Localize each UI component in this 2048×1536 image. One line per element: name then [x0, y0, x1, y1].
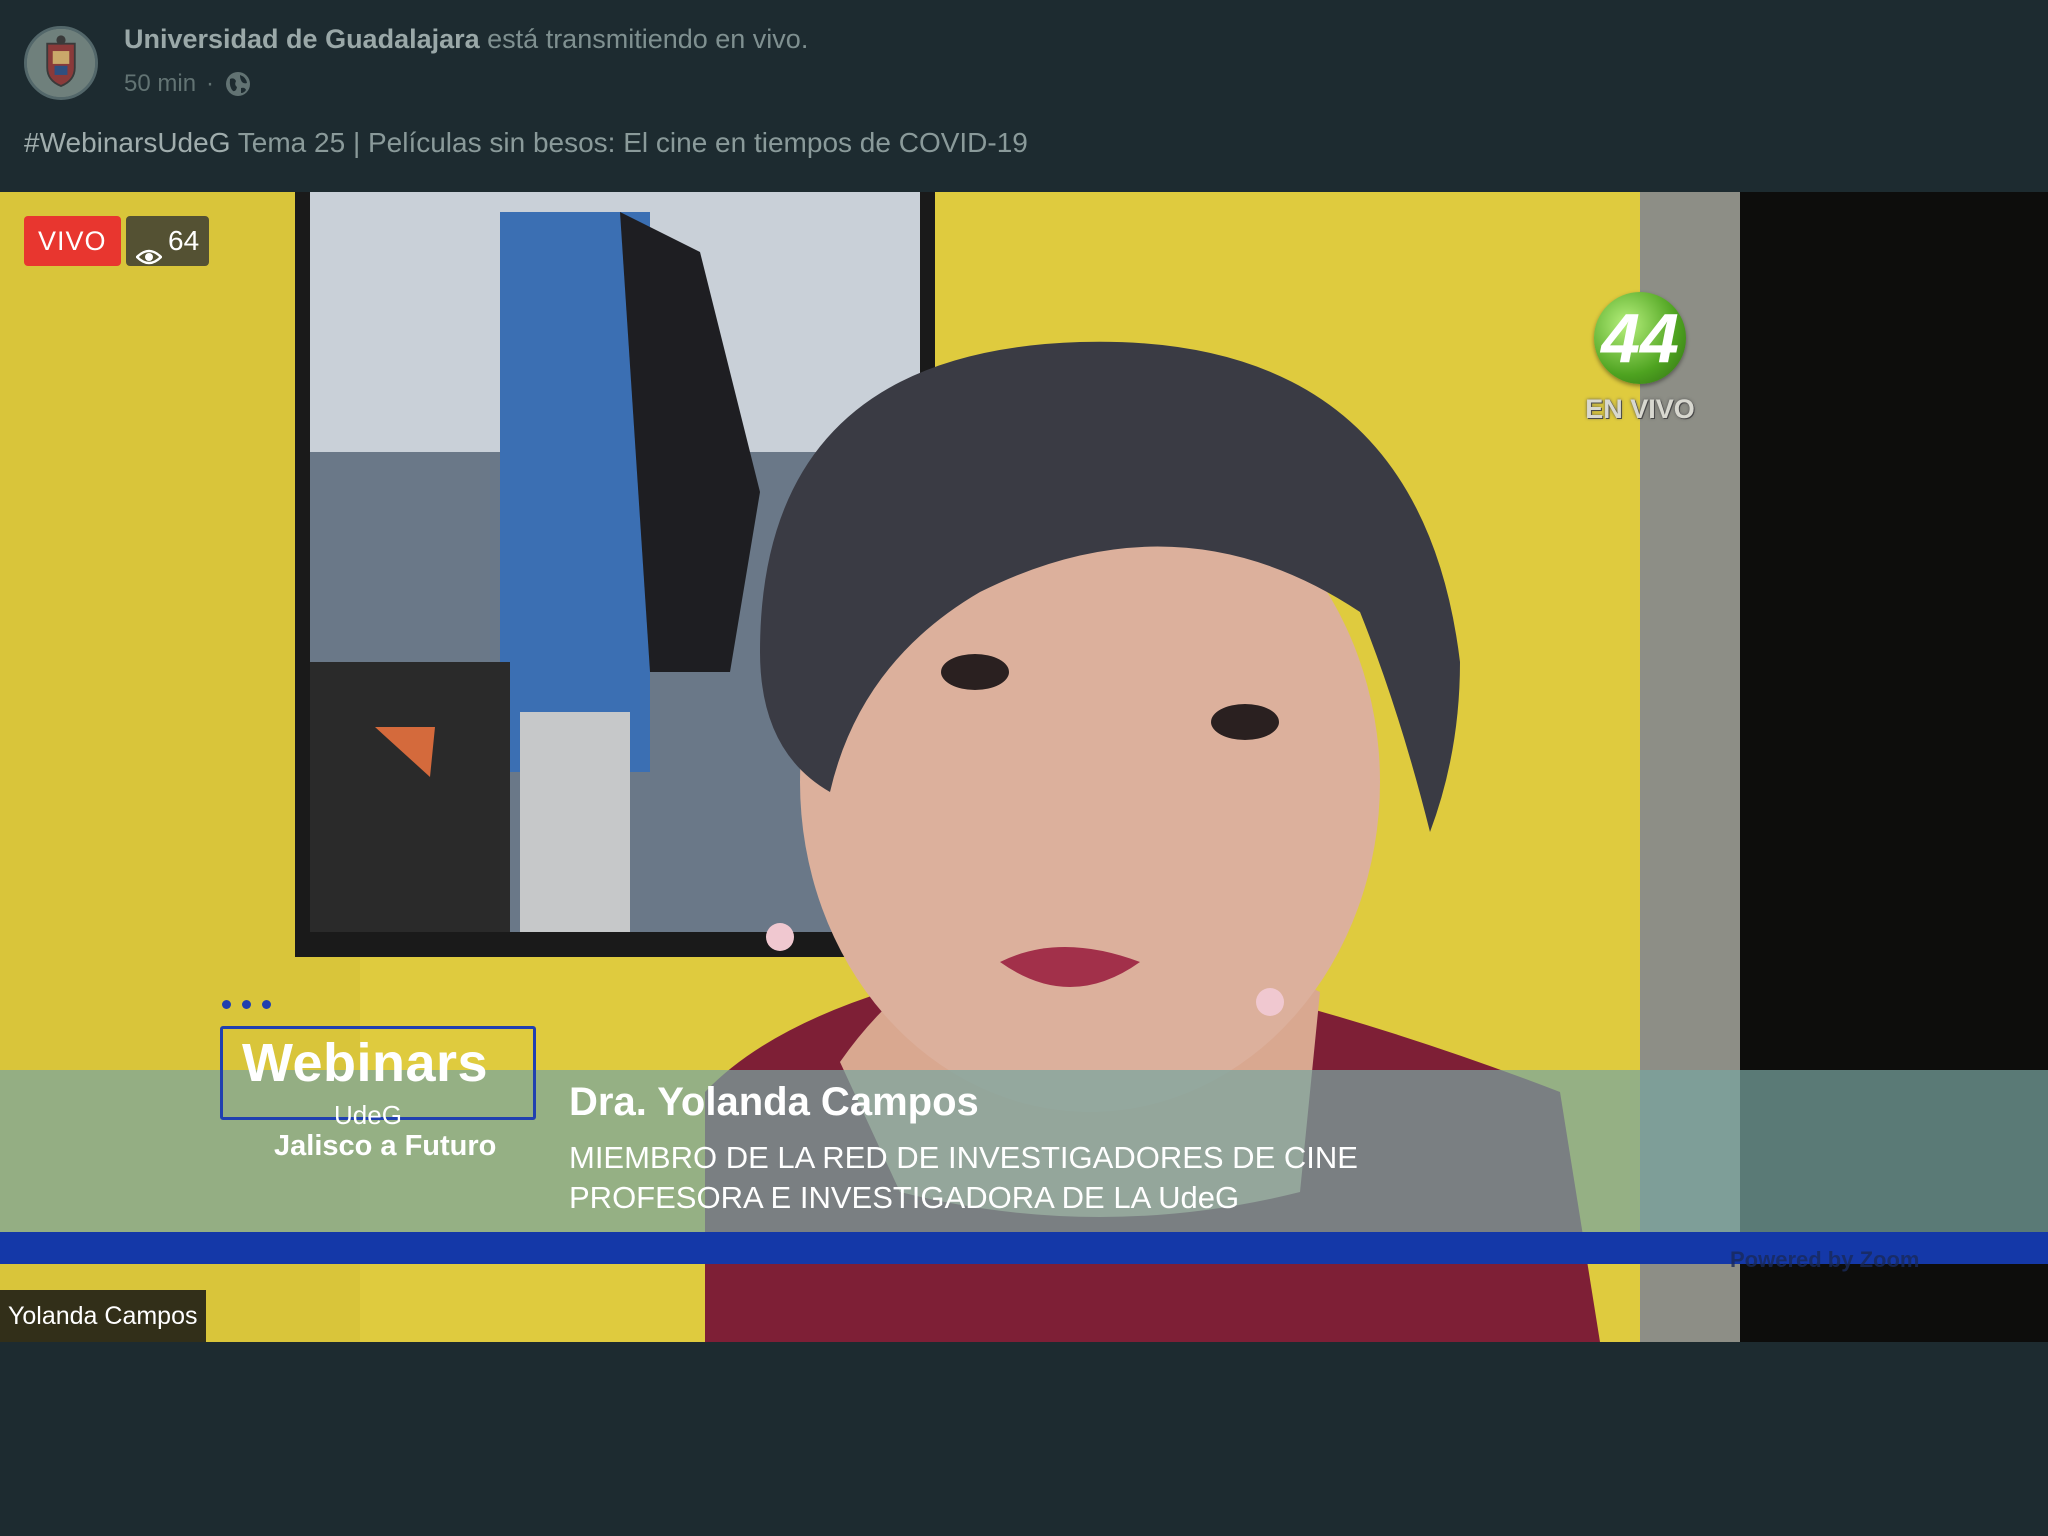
powered-by-zoom: Powered by Zoom — [1730, 1247, 1920, 1272]
page-name-link[interactable]: Universidad de Guadalajara — [124, 24, 480, 54]
participant-name-tag: Yolanda Campos — [0, 1290, 206, 1342]
speaker-role-2: PROFESORA E INVESTIGADORA DE LA UdeG — [569, 1180, 1240, 1215]
globe-icon — [224, 70, 252, 98]
hashtag-link[interactable]: #WebinarsUdeG — [24, 127, 230, 158]
eye-icon — [135, 232, 163, 265]
channel-number: 44 — [1594, 292, 1686, 384]
channel-live-label: EN VIVO — [1585, 394, 1695, 424]
post-text: #WebinarsUdeG Tema 25 | Películas sin be… — [24, 127, 1028, 159]
live-badge: VIVO — [24, 216, 121, 266]
post-author-line: Universidad de Guadalajara está transmit… — [124, 24, 808, 55]
post-time[interactable]: 50 min — [124, 70, 196, 98]
logo-title: Webinars — [242, 1033, 489, 1093]
speaker-name: Dra. Yolanda Campos — [569, 1080, 979, 1124]
logo-tagline: Jalisco a Futuro — [274, 1130, 497, 1162]
speaker-role-1: MIEMBRO DE LA RED DE INVESTIGADORES DE C… — [569, 1140, 1358, 1175]
page-avatar[interactable] — [24, 26, 98, 100]
post-title: Tema 25 | Películas sin besos: El cine e… — [237, 127, 1028, 158]
action-text: está transmitiendo en vivo. — [487, 24, 809, 54]
viewer-count: 64 — [168, 225, 200, 256]
viewer-count-badge[interactable]: 64 — [126, 216, 210, 266]
post-meta: 50 min · — [124, 70, 252, 98]
channel-44-logo: 44 EN VIVO — [1580, 292, 1700, 432]
meta-separator: · — [206, 70, 215, 97]
webinars-udeg-logo: Webinars UdeG Jalisco a Futuro — [218, 1000, 538, 1200]
university-crest-icon — [27, 29, 95, 97]
live-video-player[interactable]: VIVO 64 44 EN VIVO Powered by Zoom Webin… — [0, 192, 2048, 1342]
post-header: Universidad de Guadalajara está transmit… — [0, 0, 2048, 190]
logo-dots — [222, 1000, 271, 1009]
logo-subtitle: UdeG — [334, 1100, 402, 1130]
